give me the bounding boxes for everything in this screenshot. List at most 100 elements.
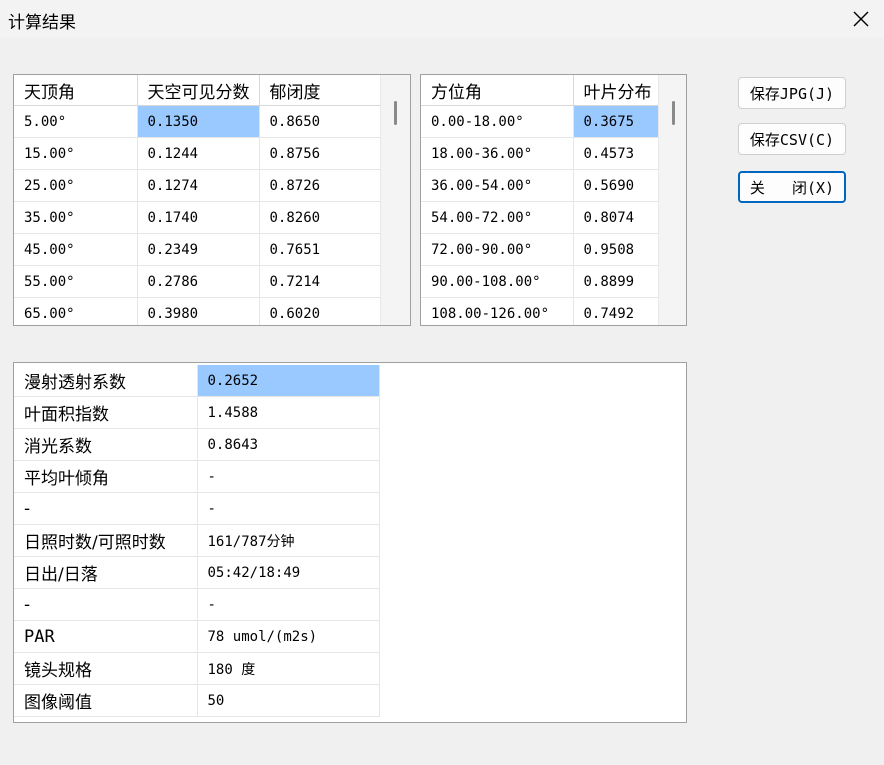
table-row[interactable]: -- xyxy=(14,492,380,525)
result-value[interactable]: - xyxy=(197,492,380,525)
table-row[interactable]: 0.00-18.00° 0.3675 xyxy=(421,105,660,138)
table-row[interactable]: 18.00-36.00° 0.4573 xyxy=(421,137,660,170)
canopy-closure-cell[interactable]: 0.8260 xyxy=(259,201,382,234)
table-row[interactable]: 65.00° 0.3980 0.6020 xyxy=(14,297,382,325)
zenith-angle-cell[interactable]: 65.00° xyxy=(14,297,138,325)
sky-fraction-cell[interactable]: 0.1274 xyxy=(137,169,260,202)
window-title: 计算结果 xyxy=(8,13,76,33)
table-row[interactable]: 90.00-108.00° 0.8899 xyxy=(421,265,660,298)
window-close-button[interactable] xyxy=(838,0,884,38)
leaf-distribution-cell[interactable]: 0.4573 xyxy=(573,137,660,170)
leaf-distribution-cell[interactable]: 0.8074 xyxy=(573,201,660,234)
canopy-closure-cell[interactable]: 0.8650 xyxy=(259,105,382,138)
sky-fraction-cell[interactable]: 0.3980 xyxy=(137,297,260,325)
result-label: 漫射透射系数 xyxy=(14,365,198,397)
column-header[interactable]: 天顶角 xyxy=(14,75,138,106)
azimuth-range-cell[interactable]: 108.00-126.00° xyxy=(421,297,574,325)
azimuth-range-cell[interactable]: 90.00-108.00° xyxy=(421,265,574,298)
result-label: 叶面积指数 xyxy=(14,396,198,429)
azimuth-range-cell[interactable]: 54.00-72.00° xyxy=(421,201,574,234)
zenith-angle-cell[interactable]: 45.00° xyxy=(14,233,138,266)
close-icon xyxy=(853,11,869,27)
table-row[interactable]: 镜头规格 180 度 xyxy=(14,652,380,685)
zenith-table: 天顶角 天空可见分数 郁闭度 5.00° 0.1350 0.8650 15.00° 0… xyxy=(14,75,382,325)
leaf-distribution-cell[interactable]: 0.9508 xyxy=(573,233,660,266)
table-row[interactable]: 54.00-72.00° 0.8074 xyxy=(421,201,660,234)
result-value[interactable]: 0.2652 xyxy=(197,365,380,397)
results-table: 漫射透射系数 0.2652 叶面积指数 1.4588 消光系数 0.8643 平均叶倾… xyxy=(14,365,380,717)
title-bar: 计算结果 xyxy=(0,0,884,38)
table-row[interactable]: 日照时数/可照时数 161/787分钟 xyxy=(14,524,380,557)
table-row[interactable]: 36.00-54.00° 0.5690 xyxy=(421,169,660,202)
sky-fraction-cell[interactable]: 0.2786 xyxy=(137,265,260,298)
zenith-angle-cell[interactable]: 5.00° xyxy=(14,105,138,138)
result-value[interactable]: - xyxy=(197,588,380,621)
result-label: PAR xyxy=(14,620,198,653)
results-panel: 漫射透射系数 0.2652 叶面积指数 1.4588 消光系数 0.8643 平均叶倾… xyxy=(13,362,687,723)
close-button-label: 关 闭(X) xyxy=(749,178,835,197)
column-header[interactable]: 叶片分布 xyxy=(573,75,660,106)
table-row[interactable]: 图像阈值 50 xyxy=(14,684,380,717)
canopy-closure-cell[interactable]: 0.6020 xyxy=(259,297,382,325)
zenith-angle-cell[interactable]: 15.00° xyxy=(14,137,138,170)
scrollbar-thumb[interactable] xyxy=(394,101,397,125)
result-label: 日照时数/可照时数 xyxy=(14,524,198,557)
table-row[interactable]: 45.00° 0.2349 0.7651 xyxy=(14,233,382,266)
save-jpg-button[interactable]: 保存JPG(J) xyxy=(738,77,846,109)
result-value[interactable]: 180 度 xyxy=(197,652,380,685)
table-row[interactable]: 15.00° 0.1244 0.8756 xyxy=(14,137,382,170)
result-value[interactable]: 78 umol/(m2s) xyxy=(197,620,380,653)
azimuth-range-cell[interactable]: 72.00-90.00° xyxy=(421,233,574,266)
table-row[interactable]: 漫射透射系数 0.2652 xyxy=(14,365,380,397)
sky-fraction-cell[interactable]: 0.1244 xyxy=(137,137,260,170)
leaf-distribution-cell[interactable]: 0.5690 xyxy=(573,169,660,202)
zenith-angle-cell[interactable]: 35.00° xyxy=(14,201,138,234)
save-csv-button[interactable]: 保存CSV(C) xyxy=(738,123,846,155)
azimuth-range-cell[interactable]: 36.00-54.00° xyxy=(421,169,574,202)
result-label: 日出/日落 xyxy=(14,556,198,589)
leaf-distribution-cell[interactable]: 0.3675 xyxy=(573,105,660,138)
canopy-closure-cell[interactable]: 0.7214 xyxy=(259,265,382,298)
table-row[interactable]: 叶面积指数 1.4588 xyxy=(14,396,380,429)
result-value[interactable]: 05:42/18:49 xyxy=(197,556,380,589)
result-value[interactable]: 0.8643 xyxy=(197,428,380,461)
table-row[interactable]: 55.00° 0.2786 0.7214 xyxy=(14,265,382,298)
table-row[interactable]: 消光系数 0.8643 xyxy=(14,428,380,461)
leaf-distribution-cell[interactable]: 0.8899 xyxy=(573,265,660,298)
azimuth-table-header: 方位角 叶片分布 xyxy=(421,75,660,106)
zenith-table-panel: 天顶角 天空可见分数 郁闭度 5.00° 0.1350 0.8650 15.00° 0… xyxy=(13,74,411,326)
table-row[interactable]: PAR 78 umol/(m2s) xyxy=(14,620,380,653)
table-row[interactable]: 平均叶倾角 - xyxy=(14,460,380,493)
column-header[interactable]: 郁闭度 xyxy=(259,75,382,106)
table-row[interactable]: 25.00° 0.1274 0.8726 xyxy=(14,169,382,202)
column-header[interactable]: 方位角 xyxy=(421,75,574,106)
sky-fraction-cell[interactable]: 0.2349 xyxy=(137,233,260,266)
zenith-table-scrollbar[interactable] xyxy=(380,75,410,325)
close-button[interactable]: 关 闭(X) xyxy=(738,171,846,203)
azimuth-table-scrollbar[interactable] xyxy=(658,75,686,325)
scrollbar-thumb[interactable] xyxy=(672,101,675,125)
canopy-closure-cell[interactable]: 0.7651 xyxy=(259,233,382,266)
result-value[interactable]: 1.4588 xyxy=(197,396,380,429)
azimuth-table-panel: 方位角 叶片分布 0.00-18.00° 0.3675 18.00-36.00° 0… xyxy=(420,74,687,326)
table-row[interactable]: 72.00-90.00° 0.9508 xyxy=(421,233,660,266)
table-row[interactable]: -- xyxy=(14,588,380,621)
sky-fraction-cell[interactable]: 0.1350 xyxy=(137,105,260,138)
azimuth-range-cell[interactable]: 0.00-18.00° xyxy=(421,105,574,138)
column-header[interactable]: 天空可见分数 xyxy=(137,75,260,106)
zenith-angle-cell[interactable]: 25.00° xyxy=(14,169,138,202)
result-value[interactable]: 50 xyxy=(197,684,380,717)
azimuth-range-cell[interactable]: 18.00-36.00° xyxy=(421,137,574,170)
table-row[interactable]: 108.00-126.00° 0.7492 xyxy=(421,297,660,325)
canopy-closure-cell[interactable]: 0.8756 xyxy=(259,137,382,170)
table-row[interactable]: 35.00° 0.1740 0.8260 xyxy=(14,201,382,234)
result-value[interactable]: - xyxy=(197,460,380,493)
canopy-closure-cell[interactable]: 0.8726 xyxy=(259,169,382,202)
zenith-angle-cell[interactable]: 55.00° xyxy=(14,265,138,298)
sky-fraction-cell[interactable]: 0.1740 xyxy=(137,201,260,234)
table-row[interactable]: 日出/日落 05:42/18:49 xyxy=(14,556,380,589)
leaf-distribution-cell[interactable]: 0.7492 xyxy=(573,297,660,325)
azimuth-table: 方位角 叶片分布 0.00-18.00° 0.3675 18.00-36.00° 0… xyxy=(421,75,660,325)
result-value[interactable]: 161/787分钟 xyxy=(197,524,380,557)
table-row[interactable]: 5.00° 0.1350 0.8650 xyxy=(14,105,382,138)
